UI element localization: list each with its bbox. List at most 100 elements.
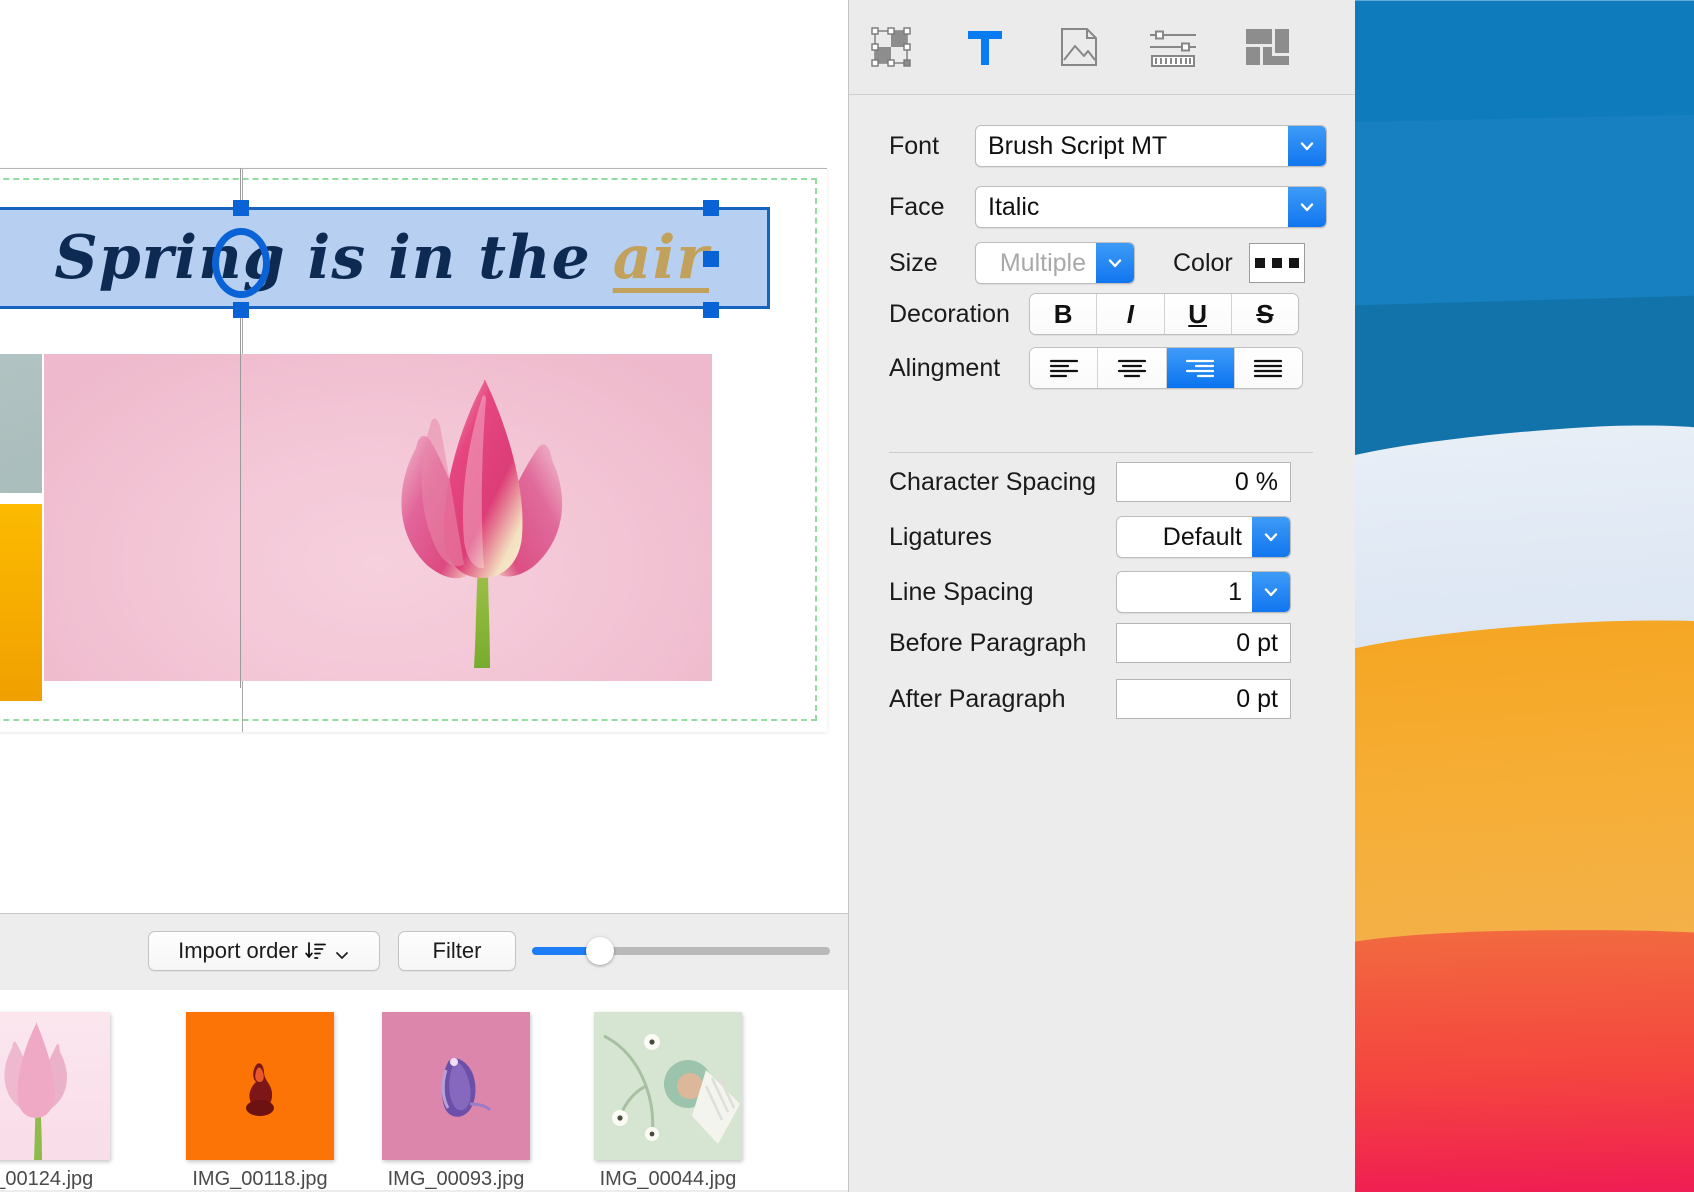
thumbnail-img-00124[interactable] xyxy=(0,1012,110,1160)
tab-image[interactable] xyxy=(1051,19,1107,75)
line-spacing-value: 1 xyxy=(1228,577,1242,606)
chevron-down-icon[interactable] xyxy=(1288,187,1326,227)
arrange-icon xyxy=(871,27,911,67)
chevron-down-icon xyxy=(334,943,350,959)
thumbnail-img-00044[interactable] xyxy=(594,1012,742,1160)
chevron-down-icon[interactable] xyxy=(1252,517,1290,557)
text-segment-navy: Spring is in the xyxy=(54,223,613,293)
wallpaper-top-highlight xyxy=(1355,0,1694,1)
color-dot-icon xyxy=(1288,258,1299,268)
face-select[interactable]: Italic xyxy=(975,186,1327,228)
text-segment-gold: air xyxy=(612,223,709,293)
text-content: Spring is in the air xyxy=(54,223,709,293)
thumbnail-item[interactable]: IMG_00044.jpg xyxy=(594,1012,742,1191)
align-justify-icon xyxy=(1254,359,1283,378)
rotate-handle[interactable] xyxy=(212,228,270,298)
tab-layout[interactable] xyxy=(1239,19,1295,75)
align-left-icon xyxy=(1049,359,1078,378)
zoom-slider-thumb[interactable] xyxy=(586,937,614,965)
thumbnail-item[interactable]: IMG_00093.jpg xyxy=(382,1012,530,1191)
sort-order-button[interactable]: Import order xyxy=(148,931,380,971)
after-paragraph-input[interactable]: 0 pt xyxy=(1116,679,1291,719)
desktop-wallpaper xyxy=(1355,0,1694,1192)
line-spacing-label: Line Spacing xyxy=(889,577,1034,606)
chevron-down-icon[interactable] xyxy=(1252,572,1290,612)
filmstrip-panel: Import order Filter 00124.jpg IMG_00118.… xyxy=(0,913,848,1192)
align-center-button[interactable] xyxy=(1098,348,1167,388)
app-window: Spring is in the air Import order Filter… xyxy=(0,0,1355,1192)
screen: Spring is in the air Import order Filter… xyxy=(0,0,1694,1192)
thumbnail-label: IMG_00118.jpg xyxy=(192,1168,328,1190)
resize-handle-bottom-left[interactable] xyxy=(233,302,249,318)
filter-button[interactable]: Filter xyxy=(398,931,516,971)
align-justify-button[interactable] xyxy=(1234,348,1302,388)
wallpaper-red-band xyxy=(1355,924,1694,1192)
underline-button[interactable]: U xyxy=(1164,294,1232,334)
resize-handle-bottom-right[interactable] xyxy=(703,302,719,318)
image-icon xyxy=(1061,28,1097,66)
thumbnail-item[interactable]: IMG_00118.jpg xyxy=(186,1012,334,1191)
ligatures-select[interactable]: Default xyxy=(1116,516,1291,558)
decoration-label: Decoration xyxy=(889,299,1010,328)
thumbnail-img-00118[interactable] xyxy=(186,1012,334,1160)
italic-button[interactable]: I xyxy=(1097,294,1165,334)
color-dot-icon xyxy=(1254,258,1265,268)
teal-swatch-photo[interactable] xyxy=(0,354,42,493)
thumbnail-label: IMG_00093.jpg xyxy=(387,1168,525,1190)
align-left-button[interactable] xyxy=(1030,348,1099,388)
section-divider xyxy=(889,452,1313,453)
thumbnail-label: G_00124.jpg xyxy=(0,1168,94,1190)
resize-handle-top-right[interactable] xyxy=(703,200,719,216)
text-box-selection[interactable]: Spring is in the air xyxy=(0,207,770,309)
canvas-area[interactable]: Spring is in the air xyxy=(0,0,848,912)
size-select[interactable]: Multiple xyxy=(975,242,1135,284)
size-value: Multiple xyxy=(999,248,1086,277)
sort-descending-icon xyxy=(305,940,327,962)
adjust-sliders-icon xyxy=(1150,30,1196,67)
align-right-button[interactable] xyxy=(1166,348,1235,388)
decoration-segmented-control[interactable]: B I U S xyxy=(1029,293,1299,335)
yellow-swatch-photo[interactable] xyxy=(0,504,42,701)
bold-button[interactable]: B xyxy=(1030,294,1098,334)
character-spacing-input[interactable]: 0 % xyxy=(1116,462,1291,502)
align-right-icon xyxy=(1186,359,1215,378)
line-spacing-select[interactable]: 1 xyxy=(1116,571,1291,613)
alignment-label: Alingment xyxy=(889,353,1001,382)
ligatures-value: Default xyxy=(1162,522,1242,551)
tab-arrange[interactable] xyxy=(863,19,919,75)
strikethrough-button[interactable]: S xyxy=(1231,294,1298,334)
tab-adjust[interactable] xyxy=(1145,19,1201,75)
after-paragraph-label: After Paragraph xyxy=(889,684,1066,713)
inspector-tab-bar xyxy=(849,0,1355,95)
font-select[interactable]: Brush Script MT xyxy=(975,125,1327,167)
ligatures-label: Ligatures xyxy=(889,522,992,551)
thumbnail-zoom-slider[interactable] xyxy=(532,937,830,965)
face-label: Face xyxy=(889,192,945,221)
after-paragraph-value: 0 pt xyxy=(1236,684,1278,713)
before-paragraph-input[interactable]: 0 pt xyxy=(1116,623,1291,663)
resize-handle-top-left[interactable] xyxy=(233,200,249,216)
face-value: Italic xyxy=(988,192,1040,221)
character-spacing-label: Character Spacing xyxy=(889,467,1097,496)
color-label: Color xyxy=(1173,248,1233,277)
alignment-segmented-control[interactable] xyxy=(1029,347,1303,389)
thumbnail-img-00093[interactable] xyxy=(382,1012,530,1160)
thumbnail-item[interactable]: G_00124.jpg xyxy=(0,1012,110,1191)
filmstrip-toolbar: Import order Filter xyxy=(0,928,848,974)
character-spacing-value: 0 % xyxy=(1234,467,1278,496)
wallpaper-orange-band xyxy=(1355,608,1694,972)
thumbnail-label: IMG_00044.jpg xyxy=(599,1168,737,1190)
inspector-panel: Font Brush Script MT Face Italic Size Mu… xyxy=(848,0,1355,1192)
chevron-down-icon[interactable] xyxy=(1096,243,1134,283)
chevron-down-icon[interactable] xyxy=(1288,126,1326,166)
tulip-photo[interactable] xyxy=(44,354,712,681)
resize-handle-middle-right[interactable] xyxy=(703,251,719,267)
color-dot-icon xyxy=(1271,258,1282,268)
before-paragraph-value: 0 pt xyxy=(1236,628,1278,657)
font-value: Brush Script MT xyxy=(988,131,1168,160)
tab-text[interactable] xyxy=(957,19,1013,75)
color-swatch-button[interactable] xyxy=(1248,243,1305,283)
filter-label: Filter xyxy=(432,938,482,963)
before-paragraph-label: Before Paragraph xyxy=(889,628,1087,657)
tulip-illustration xyxy=(401,379,563,668)
